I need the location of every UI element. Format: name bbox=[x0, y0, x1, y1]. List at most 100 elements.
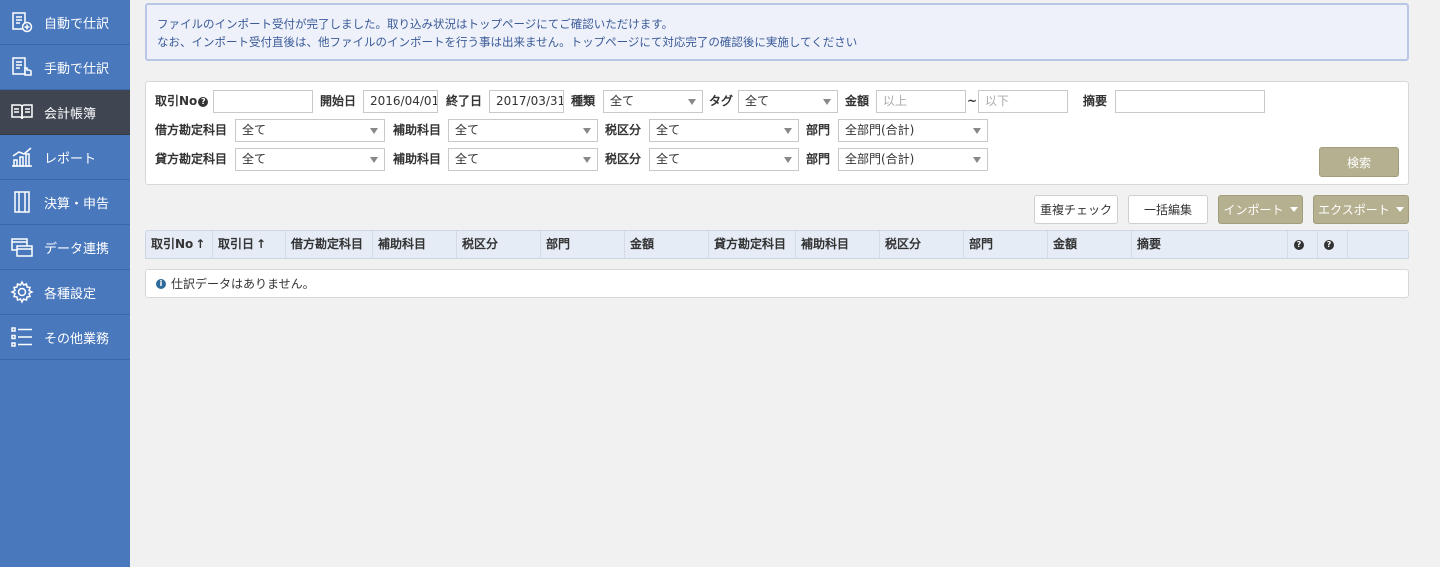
auto-journal-icon bbox=[10, 10, 34, 34]
chevron-down-icon bbox=[583, 157, 591, 163]
kind-select[interactable]: 全て bbox=[603, 90, 703, 113]
credit-tax-select[interactable]: 全て bbox=[649, 148, 799, 171]
trade-no-input[interactable] bbox=[213, 90, 313, 113]
import-button[interactable]: インポート bbox=[1218, 195, 1303, 224]
memo-label: 摘要 bbox=[1083, 94, 1108, 108]
gear-icon bbox=[10, 280, 34, 304]
sidebar-item-label: 各種設定 bbox=[44, 286, 97, 302]
col-credit-dept[interactable]: 部門 bbox=[964, 231, 1048, 258]
kind-label: 種類 bbox=[571, 94, 596, 108]
journal-table-header: 取引No ↑ 取引日 ↑ 借方勘定科目 補助科目 税区分 部門 金額 貸方勘定科目 … bbox=[145, 230, 1409, 259]
sidebar-item-label: レポート bbox=[44, 151, 97, 167]
help-icon[interactable]: ? bbox=[198, 96, 209, 107]
credit-tax-label: 税区分 bbox=[605, 152, 642, 166]
col-credit-tax[interactable]: 税区分 bbox=[880, 231, 964, 258]
col-credit-account[interactable]: 貸方勘定科目 bbox=[709, 231, 796, 258]
sidebar-item-label: 手動で仕訳 bbox=[44, 61, 110, 77]
col-debit-dept[interactable]: 部門 bbox=[541, 231, 625, 258]
credit-account-select[interactable]: 全て bbox=[235, 148, 385, 171]
bulk-edit-button[interactable]: 一括編集 bbox=[1128, 195, 1208, 224]
info-icon: i bbox=[156, 278, 166, 289]
chevron-down-icon bbox=[973, 128, 981, 134]
sort-asc-icon: ↑ bbox=[195, 237, 206, 251]
credit-sub-label: 補助科目 bbox=[393, 152, 442, 166]
end-date-input[interactable]: 2017/03/31 bbox=[489, 90, 564, 113]
tag-select[interactable]: 全て bbox=[738, 90, 838, 113]
chevron-down-icon bbox=[370, 128, 378, 134]
sidebar-item-label: 会計帳簿 bbox=[44, 106, 97, 122]
chevron-down-icon bbox=[583, 128, 591, 134]
col-trade-no[interactable]: 取引No ↑ bbox=[146, 231, 213, 258]
col-credit-amount[interactable]: 金額 bbox=[1048, 231, 1132, 258]
start-date-input[interactable]: 2016/04/01 bbox=[363, 90, 438, 113]
empty-message: 仕訳データはありません。 bbox=[171, 277, 315, 291]
chevron-down-icon bbox=[1289, 207, 1298, 212]
import-button-label: インポート bbox=[1223, 203, 1284, 217]
col-debit-amount[interactable]: 金額 bbox=[625, 231, 709, 258]
sidebar-item-label: その他業務 bbox=[44, 331, 110, 347]
col-debit-account[interactable]: 借方勘定科目 bbox=[286, 231, 373, 258]
sidebar-item-label: データ連携 bbox=[44, 241, 110, 257]
export-button[interactable]: エクスポート bbox=[1313, 195, 1409, 224]
debit-account-label: 借方勘定科目 bbox=[155, 123, 228, 137]
search-button[interactable]: 検索 bbox=[1319, 147, 1399, 177]
col-help-1: ? bbox=[1288, 231, 1318, 258]
chevron-down-icon bbox=[688, 99, 696, 105]
end-date-label: 終了日 bbox=[446, 94, 483, 108]
chevron-down-icon bbox=[823, 99, 831, 105]
amount-max-input[interactable]: 以下 bbox=[978, 90, 1068, 113]
list-icon bbox=[10, 325, 34, 349]
trade-no-label: 取引No? bbox=[155, 90, 209, 112]
sidebar-item-manual-journal[interactable]: 手動で仕訳 bbox=[0, 45, 130, 90]
sidebar-item-settlement[interactable]: 決算・申告 bbox=[0, 180, 130, 225]
export-button-label: エクスポート bbox=[1318, 203, 1390, 217]
amount-separator: ~ bbox=[967, 94, 978, 108]
debit-tax-label: 税区分 bbox=[605, 123, 642, 137]
settlement-icon bbox=[10, 190, 34, 214]
start-date-label: 開始日 bbox=[320, 94, 357, 108]
credit-sub-select[interactable]: 全て bbox=[448, 148, 598, 171]
help-icon[interactable]: ? bbox=[1324, 239, 1334, 250]
report-chart-icon bbox=[10, 145, 34, 169]
sidebar-item-report[interactable]: レポート bbox=[0, 135, 130, 180]
sidebar: 自動で仕訳 手動で仕訳 会計帳簿 レポート 決算・申告 データ連携 各種設定 そ… bbox=[0, 0, 130, 567]
help-icon[interactable]: ? bbox=[1294, 239, 1304, 250]
import-notice: ファイルのインポート受付が完了しました。取り込み状況はトップページにてご確認いた… bbox=[145, 3, 1409, 61]
col-debit-sub[interactable]: 補助科目 bbox=[373, 231, 457, 258]
debit-sub-select[interactable]: 全て bbox=[448, 119, 598, 142]
col-help-2: ? bbox=[1318, 231, 1348, 258]
notice-line-2: なお、インポート受付直後は、他ファイルのインポートを行う事は出来ません。トップペ… bbox=[157, 35, 858, 49]
credit-dept-select[interactable]: 全部門(合計) bbox=[838, 148, 988, 171]
duplicate-check-button[interactable]: 重複チェック bbox=[1034, 195, 1118, 224]
chevron-down-icon bbox=[784, 128, 792, 134]
debit-tax-select[interactable]: 全て bbox=[649, 119, 799, 142]
chevron-down-icon bbox=[784, 157, 792, 163]
debit-sub-label: 補助科目 bbox=[393, 123, 442, 137]
empty-message-row: i 仕訳データはありません。 bbox=[145, 269, 1409, 298]
sidebar-item-label: 自動で仕訳 bbox=[44, 16, 110, 32]
data-link-icon bbox=[10, 235, 34, 259]
col-credit-sub[interactable]: 補助科目 bbox=[796, 231, 880, 258]
credit-dept-label: 部門 bbox=[806, 152, 831, 166]
sidebar-item-data-link[interactable]: データ連携 bbox=[0, 225, 130, 270]
sidebar-item-other[interactable]: その他業務 bbox=[0, 315, 130, 360]
col-memo[interactable]: 摘要 bbox=[1132, 231, 1288, 258]
debit-dept-select[interactable]: 全部門(合計) bbox=[838, 119, 988, 142]
ledger-book-icon bbox=[10, 100, 34, 124]
sidebar-item-auto-journal[interactable]: 自動で仕訳 bbox=[0, 0, 130, 45]
sidebar-item-label: 決算・申告 bbox=[44, 196, 110, 212]
col-trade-date[interactable]: 取引日 ↑ bbox=[213, 231, 286, 258]
manual-journal-icon bbox=[10, 55, 34, 79]
sidebar-item-ledger[interactable]: 会計帳簿 bbox=[0, 90, 130, 135]
sort-asc-icon: ↑ bbox=[256, 237, 267, 251]
memo-input[interactable] bbox=[1115, 90, 1265, 113]
sidebar-item-settings[interactable]: 各種設定 bbox=[0, 270, 130, 315]
amount-min-input[interactable]: 以上 bbox=[876, 90, 966, 113]
debit-account-select[interactable]: 全て bbox=[235, 119, 385, 142]
chevron-down-icon bbox=[1395, 207, 1404, 212]
col-debit-tax[interactable]: 税区分 bbox=[457, 231, 541, 258]
amount-label: 金額 bbox=[845, 94, 870, 108]
credit-account-label: 貸方勘定科目 bbox=[155, 152, 228, 166]
tag-label: タグ bbox=[709, 94, 734, 108]
debit-dept-label: 部門 bbox=[806, 123, 831, 137]
